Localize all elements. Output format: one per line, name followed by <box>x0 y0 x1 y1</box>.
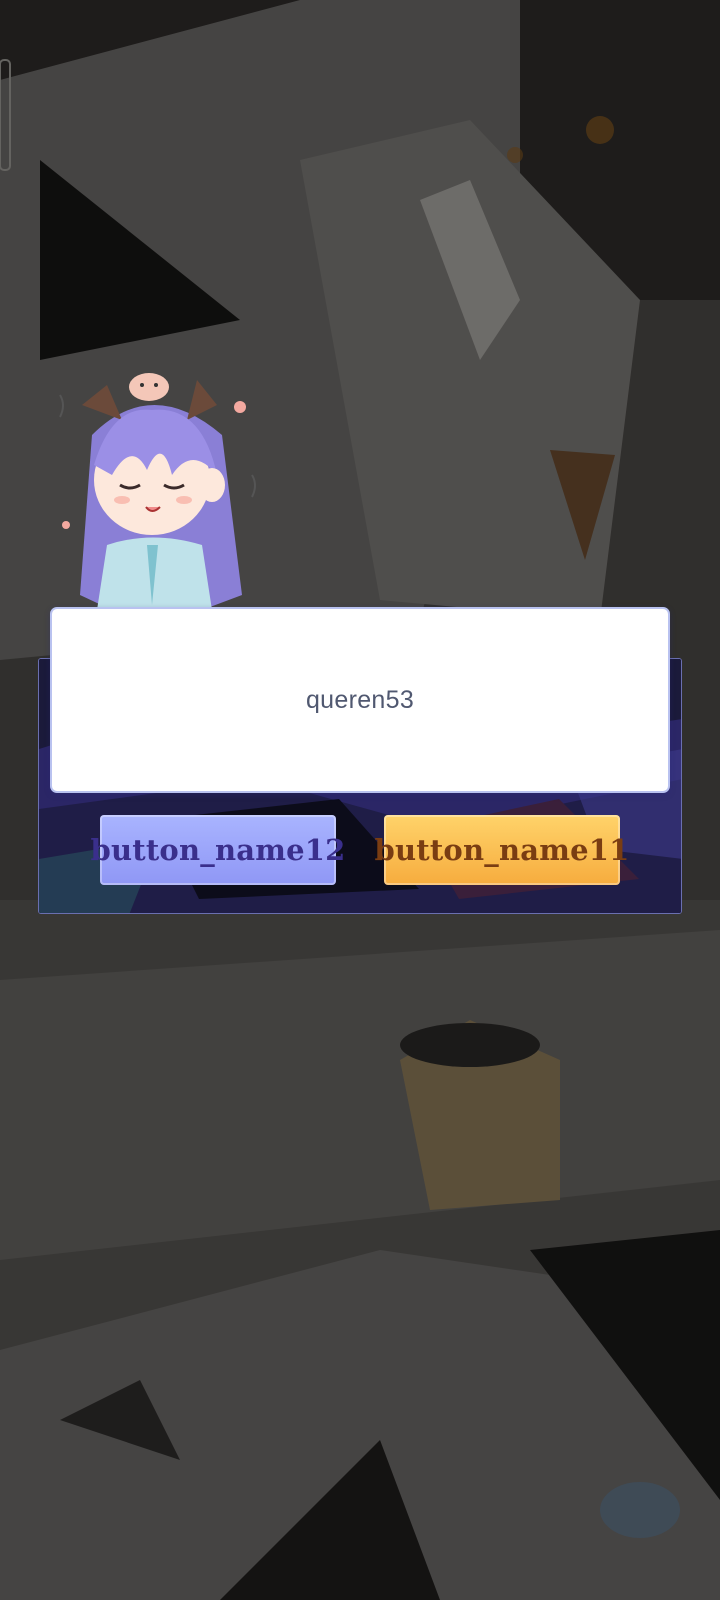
left-action-button[interactable]: button_name12 <box>90 815 345 885</box>
right-action-button-label: button_name11 <box>374 833 630 867</box>
game-screen: queren53 button_name12 button_name11 <box>0 0 720 1600</box>
right-action-button[interactable]: button_name11 <box>374 815 629 885</box>
message-box: queren53 <box>50 607 670 793</box>
message-text: queren53 <box>305 685 415 714</box>
chibi-girl-mascot-icon <box>59 373 256 610</box>
left-action-button-label: button_name12 <box>90 833 346 867</box>
